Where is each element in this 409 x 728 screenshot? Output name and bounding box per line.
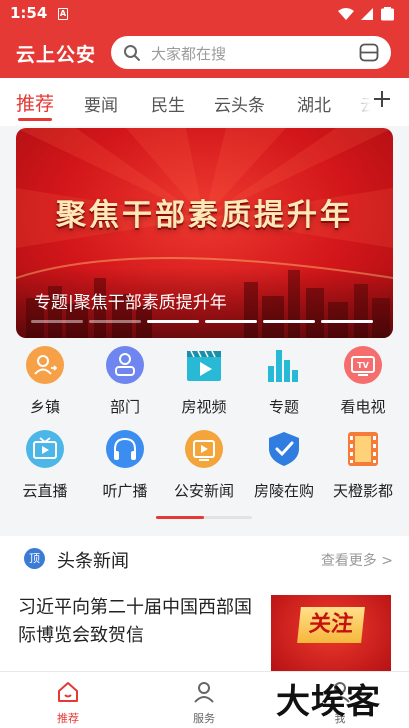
search-icon [123,44,141,66]
topic-chart-icon [268,350,298,382]
carousel-dot[interactable] [31,320,83,323]
grid-item-shopping[interactable]: 房陵在购 [244,430,324,514]
grid-item-police-news[interactable]: 公安新闻 [164,430,244,514]
main-content: 聚焦干部素质提升年 专题|聚焦干部素质提升年 乡镇 部门 房视频 专题 TV 看… [0,126,409,671]
tab-livelihood[interactable]: 民生 [151,91,185,116]
carousel-dot-active[interactable] [263,320,315,323]
shield-check-icon [269,432,299,466]
police-news-icon [185,430,223,468]
watermark: 大埃客 [276,682,381,722]
grid-item-topic[interactable]: 专题 [244,346,324,430]
grid-page-indicator [156,516,252,519]
app-brand-title: 云上公安 [16,44,97,66]
user-service-icon [194,682,214,703]
nav-label: 推荐 [57,712,79,725]
channel-tabs: 推荐 要闻 民生 云头条 湖北 云 [0,78,409,126]
grid-item-label: 天橙影都 [332,482,393,500]
carousel-dot[interactable] [89,320,141,323]
township-icon [26,346,64,384]
grid-page-indicator-active [156,516,204,519]
banner-headline: 聚焦干部素质提升年 [56,198,353,233]
view-more-link[interactable]: 查看更多 > [321,550,393,570]
grid-item-label: 云直播 [22,482,68,500]
system-icons [337,6,399,26]
grid-item-label: 公安新闻 [173,482,234,500]
department-icon [106,346,144,384]
grid-item-label: 房陵在购 [253,482,314,500]
status-bar: 1:54 A [0,0,409,28]
carousel-dot-active[interactable] [205,320,257,323]
home-icon [58,682,78,702]
grid-item-department[interactable]: 部门 [85,346,165,430]
grid-item-label: 部门 [109,398,140,416]
film-icon [348,432,378,466]
news-item-title[interactable]: 习近平向第二十届中国西部国际博览会致贺信 [18,594,258,650]
nav-service[interactable]: 服务 [136,672,272,728]
thumbnail-stamp: 关注 [297,607,365,643]
carousel-dot-active[interactable] [321,320,373,323]
headphones-icon [106,430,144,468]
svg-text:TV: TV [357,361,369,370]
headline-news-section: 顶 头条新闻 查看更多 > 习近平向第二十届中国西部国际博览会致贺信 关注 [0,536,409,671]
section-title: 头条新闻 [57,551,129,572]
battery-icon [381,7,394,21]
sim-icon: A [58,8,68,20]
quick-entry-grid: 乡镇 部门 房视频 专题 TV 看电视 云直播 听广播 公安新闻 房陵在购 天橙… [0,346,409,526]
grid-item-tv[interactable]: TV 看电视 [323,346,403,430]
search-box[interactable]: 大家都在搜 [111,36,391,69]
search-placeholder: 大家都在搜 [151,45,227,63]
tab-cloud-headline[interactable]: 云头条 [214,91,265,116]
grid-item-label: 专题 [268,398,299,416]
nav-recommend[interactable]: 推荐 [0,672,136,728]
banner-carousel[interactable]: 聚焦干部素质提升年 专题|聚焦干部素质提升年 [16,128,393,338]
active-tab-indicator [18,118,52,121]
video-icon [187,350,221,381]
top-badge-icon: 顶 [24,548,45,569]
app-header: 云上公安 大家都在搜 [0,28,409,78]
status-time: 1:54 [10,4,48,22]
grid-item-township[interactable]: 乡镇 [5,346,85,430]
plus-icon[interactable] [372,89,392,115]
signal-icon [361,8,373,20]
carousel-dot-active[interactable] [147,320,199,323]
tab-hubei[interactable]: 湖北 [297,91,331,116]
tab-recommend[interactable]: 推荐 [16,89,54,116]
grid-item-label: 乡镇 [29,398,60,416]
grid-item-label: 听广播 [102,482,148,500]
grid-item-live[interactable]: 云直播 [5,430,85,514]
nav-label: 服务 [193,712,215,725]
news-item-thumbnail[interactable]: 关注 [271,595,391,671]
wifi-icon [338,8,354,20]
grid-item-video[interactable]: 房视频 [164,346,244,430]
banner-caption: 专题|聚焦干部素质提升年 [34,293,227,313]
tab-headlines[interactable]: 要闻 [84,91,118,116]
grid-item-radio[interactable]: 听广播 [85,430,165,514]
live-tv-icon [26,430,64,468]
grid-item-label: 房视频 [181,398,227,416]
grid-item-label: 看电视 [340,398,386,416]
tv-icon: TV [344,346,382,384]
grid-item-cinema[interactable]: 天橙影都 [323,430,403,514]
scan-icon[interactable] [359,43,379,66]
